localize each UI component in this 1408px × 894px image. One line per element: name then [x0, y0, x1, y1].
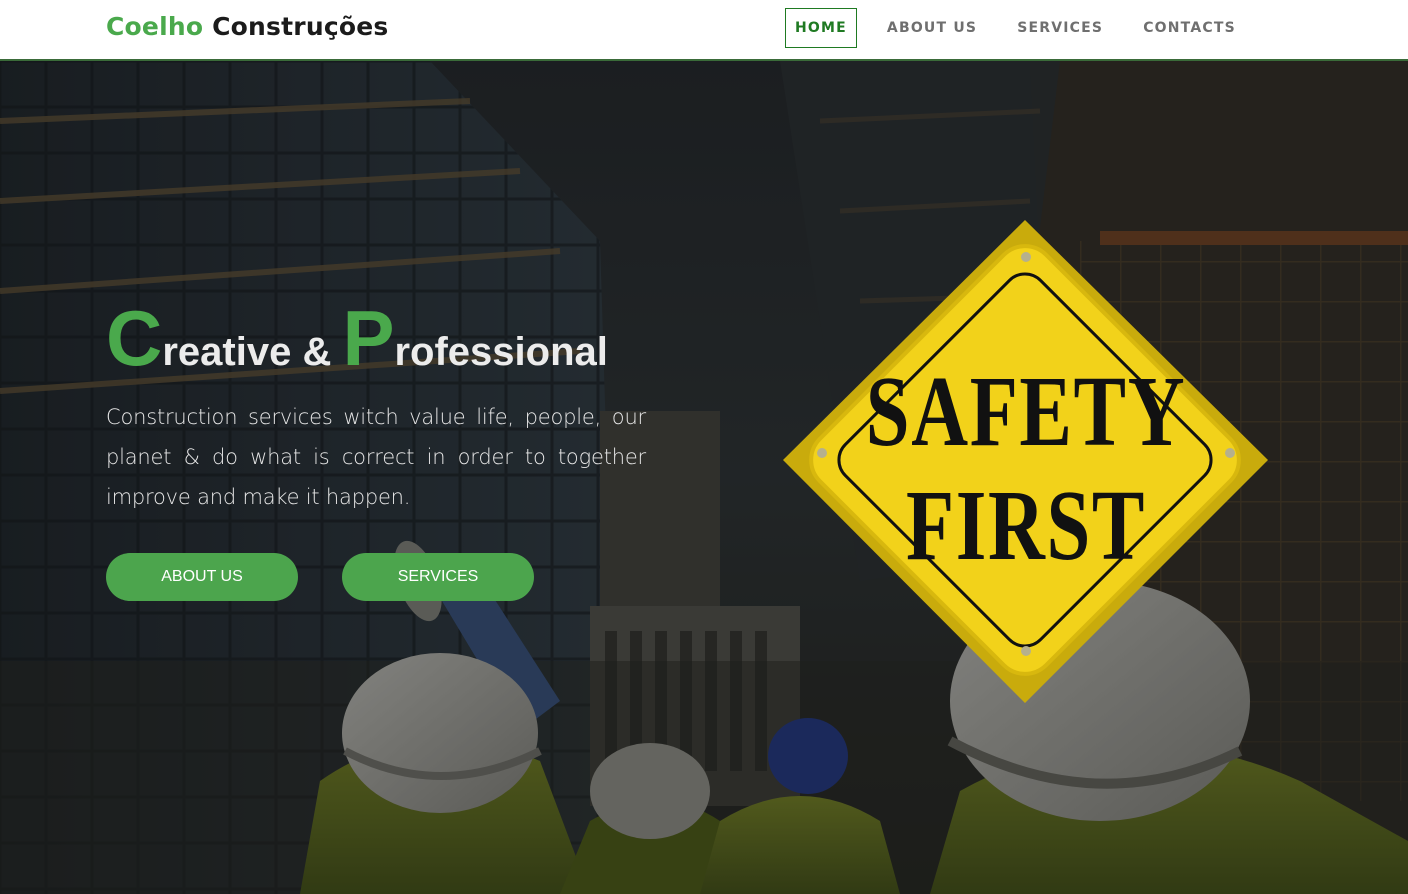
- nav-home[interactable]: HOME: [785, 8, 857, 48]
- logo-first-word: Coelho: [106, 12, 204, 41]
- hero-subtitle: Construction services witch value life, …: [106, 405, 646, 509]
- site-logo[interactable]: Coelho Construções: [106, 12, 388, 41]
- logo-second-word: Construções: [203, 12, 389, 41]
- sign-line-2: FIRST: [906, 469, 1146, 582]
- nav-about-us[interactable]: ABOUT US: [877, 8, 987, 48]
- services-button[interactable]: SERVICES: [342, 553, 534, 601]
- headline-cap-c: C: [106, 294, 163, 382]
- main-nav: HOME ABOUT US SERVICES CONTACTS: [785, 8, 1246, 48]
- about-us-button[interactable]: ABOUT US: [106, 553, 298, 601]
- hero-headline: Creative & Professional: [106, 298, 608, 392]
- headline-part-2: rofessional: [394, 330, 608, 374]
- nav-contacts[interactable]: CONTACTS: [1133, 8, 1246, 48]
- sign-line-1: SAFETY: [866, 355, 1186, 468]
- headline-part-1: reative &: [162, 330, 343, 374]
- site-header: Coelho Construções HOME ABOUT US SERVICE…: [0, 0, 1408, 61]
- nav-services[interactable]: SERVICES: [1007, 8, 1113, 48]
- headline-cap-p: P: [342, 294, 395, 382]
